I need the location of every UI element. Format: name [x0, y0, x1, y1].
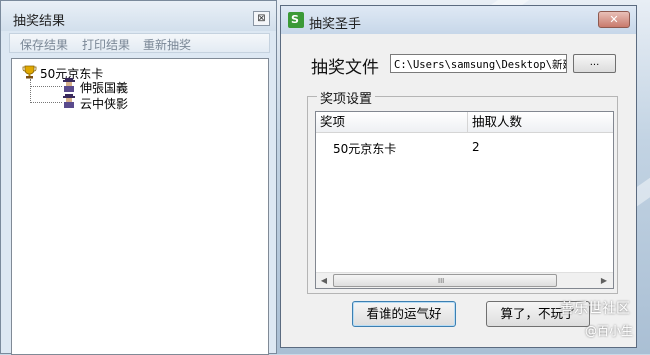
column-prize[interactable]: 奖项 [316, 112, 468, 133]
tree-connector [30, 79, 31, 103]
prize-list[interactable]: 奖项 抽取人数 50元京东卡 2 ◀ III ▶ [315, 111, 614, 289]
trophy-icon [22, 65, 37, 79]
prize-settings-group: 奖项设置 奖项 抽取人数 50元京东卡 2 ◀ III ▶ [307, 88, 618, 294]
column-count[interactable]: 抽取人数 [468, 112, 613, 133]
results-close-button[interactable]: ⊠ [253, 11, 270, 26]
horizontal-scrollbar[interactable]: ◀ III ▶ [316, 272, 613, 288]
tree-child-label[interactable]: 伸張国義 [80, 79, 128, 96]
watermark-author: @百小生 [585, 324, 634, 338]
lottery-window: S 抽奖圣手 ✕ 抽奖文件 C:\Users\samsung\Desktop\新… [280, 5, 637, 348]
group-label: 奖项设置 [317, 88, 376, 107]
count-cell: 2 [472, 140, 480, 154]
tree-connector [30, 102, 62, 103]
results-menubar: 保存结果 打印结果 重新抽奖 [9, 33, 270, 53]
user-icon [63, 78, 75, 92]
prize-cell: 50元京东卡 [333, 142, 397, 156]
app-icon: S [288, 12, 304, 28]
draw-button[interactable]: 看谁的运气好 [352, 301, 456, 327]
scroll-grip: III [438, 277, 445, 285]
lottery-titlebar[interactable]: S 抽奖圣手 ✕ [281, 6, 636, 34]
tree-child-label[interactable]: 云中侠影 [80, 95, 128, 112]
scroll-right-icon[interactable]: ▶ [597, 273, 611, 288]
user-icon [63, 94, 75, 108]
browse-button[interactable]: ... [573, 54, 616, 73]
results-window-title: 抽奖结果 [13, 14, 66, 29]
app-icon-glyph: S [291, 13, 299, 26]
prize-list-header: 奖项 抽取人数 [316, 112, 613, 133]
scroll-thumb[interactable]: III [333, 274, 557, 287]
results-window: 抽奖结果 ⊠ 保存结果 打印结果 重新抽奖 50元京东卡 伸張国義 云中侠影 [0, 0, 277, 355]
lottery-close-button[interactable]: ✕ [598, 11, 630, 28]
results-titlebar[interactable]: 抽奖结果 ⊠ [1, 1, 276, 31]
menu-save-results[interactable]: 保存结果 [20, 36, 68, 53]
menu-redraw[interactable]: 重新抽奖 [143, 36, 191, 53]
lottery-window-title: 抽奖圣手 [309, 17, 362, 32]
tree-connector [30, 86, 62, 87]
file-label: 抽奖文件 [311, 58, 379, 78]
watermark-site: 善乐世社区 [560, 301, 630, 317]
menu-print-results[interactable]: 打印结果 [82, 36, 130, 53]
file-path-input[interactable]: C:\Users\samsung\Desktop\新建 [390, 54, 567, 73]
scroll-left-icon[interactable]: ◀ [317, 273, 331, 288]
results-tree: 50元京东卡 伸張国義 云中侠影 [11, 58, 269, 355]
